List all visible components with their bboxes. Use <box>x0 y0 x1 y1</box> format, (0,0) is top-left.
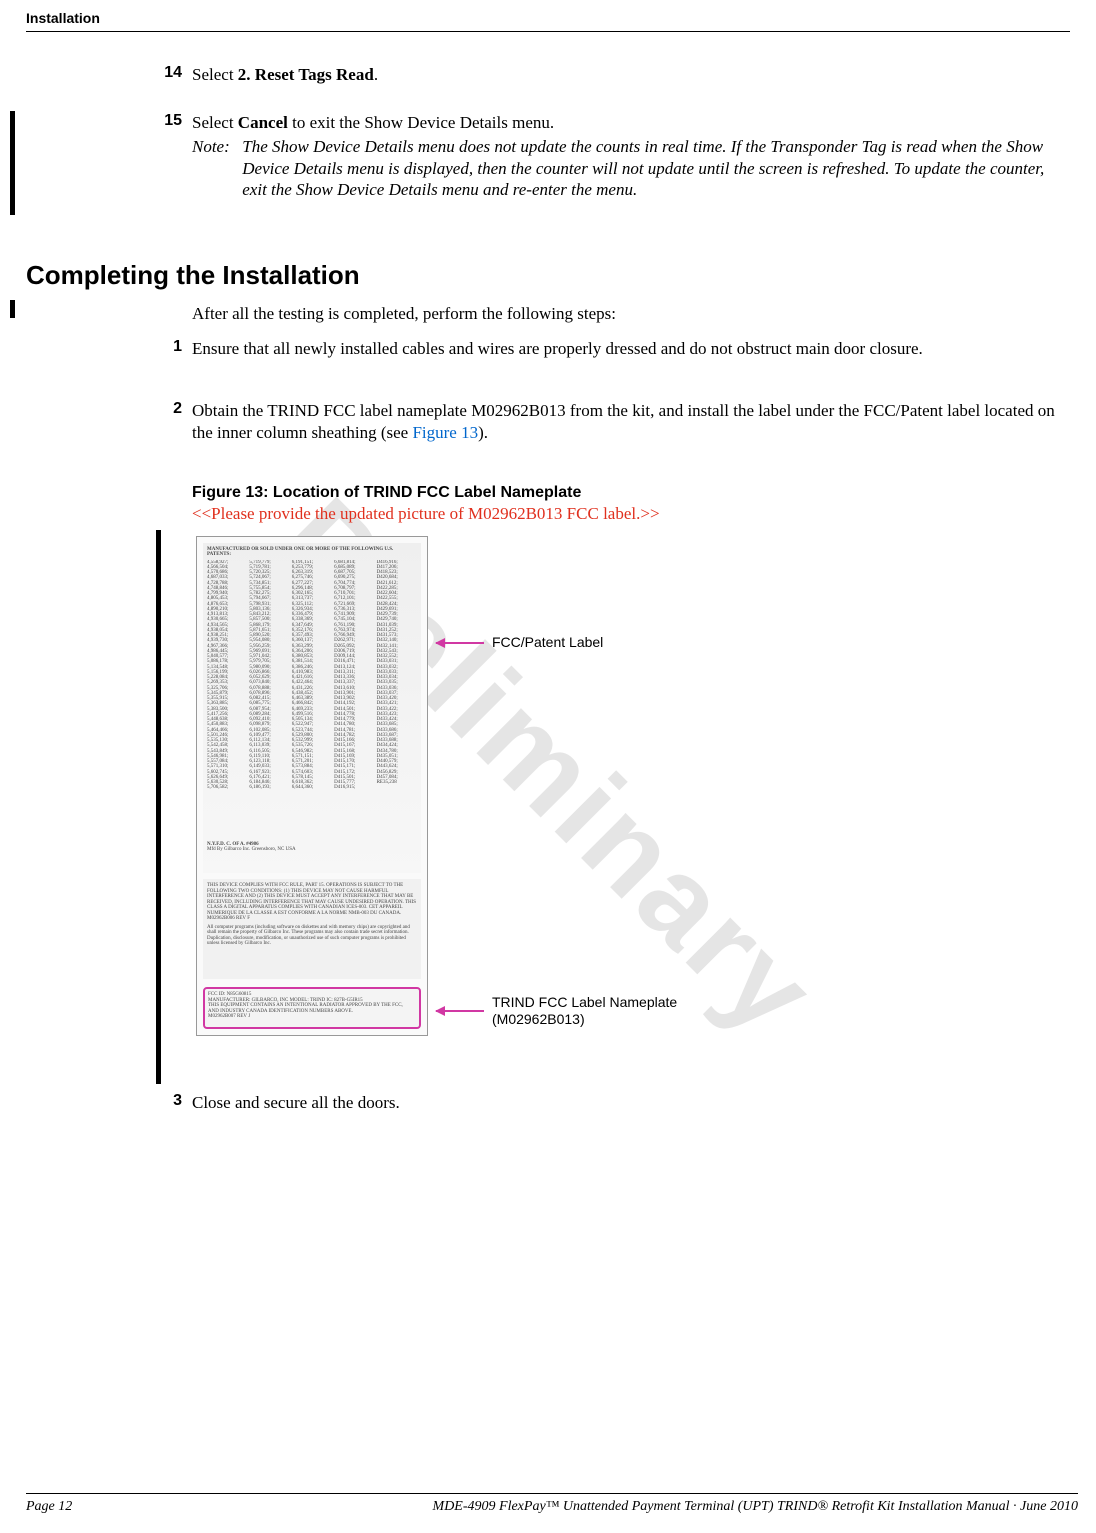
step-number: 1 <box>156 338 182 356</box>
arrow-icon <box>436 642 484 644</box>
step-15: 15 Select Cancel to exit the Show Device… <box>158 112 1072 201</box>
step-3: 3 Close and secure all the doors. <box>158 1092 1072 1114</box>
step-number: 3 <box>156 1092 182 1110</box>
mfg: Mfd By Gilbarco Inc. Greensboro, NC USA <box>207 847 417 852</box>
callout-fcc-patent: FCC/Patent Label <box>492 634 603 651</box>
compliance-text: THIS DEVICE COMPLIES WITH FCC RULE, PART… <box>207 883 417 922</box>
patent-label-area: MANUFACTURED OR SOLD UNDER ONE OR MORE O… <box>203 543 421 873</box>
step-text: Close and secure all the doors. <box>192 1092 1072 1114</box>
step-number: 15 <box>156 112 182 130</box>
step-number: 14 <box>156 64 182 82</box>
step-text-bold: 2. Reset Tags Read <box>238 65 374 84</box>
step-text: Select 2. Reset Tags Read. <box>192 65 378 84</box>
doc-title: MDE-4909 FlexPay™ Unattended Payment Ter… <box>433 1499 1078 1515</box>
label-photo: MANUFACTURED OR SOLD UNDER ONE OR MORE O… <box>196 536 428 1036</box>
callout-trind-fcc: TRIND FCC Label Nameplate (M02962B013) <box>492 994 677 1028</box>
heading-completing-installation: Completing the Installation <box>26 260 360 291</box>
callout-text-b: (M02962B013) <box>492 1011 585 1027</box>
copyright-text: All computer programs (including softwar… <box>207 925 417 947</box>
revision-bar <box>10 300 15 318</box>
figure-caption: Figure 13: Location of TRIND FCC Label N… <box>192 484 1072 502</box>
step-number: 2 <box>156 400 182 418</box>
section-title: Installation <box>26 10 100 26</box>
page-number: Page 12 <box>26 1499 72 1515</box>
page: Preliminary Installation 14 Select 2. Re… <box>0 0 1096 1533</box>
note-text: The Show Device Details menu does not up… <box>242 136 1070 201</box>
figure-13: MANUFACTURED OR SOLD UNDER ONE OR MORE O… <box>192 532 872 1042</box>
callout-text-a: TRIND FCC Label Nameplate <box>492 994 677 1010</box>
step-text: Ensure that all newly installed cables a… <box>192 338 1072 360</box>
running-header: Installation <box>26 8 1070 32</box>
step-text-pre: Select <box>192 113 238 132</box>
arrow-icon <box>436 1010 484 1012</box>
step-text-post: . <box>374 65 378 84</box>
compliance-block: THIS DEVICE COMPLIES WITH FCC RULE, PART… <box>203 879 421 979</box>
patent-header: MANUFACTURED OR SOLD UNDER ONE OR MORE O… <box>207 547 417 558</box>
step-text: Select Cancel to exit the Show Device De… <box>192 113 554 132</box>
step-text-post: to exit the Show Device Details menu. <box>288 113 554 132</box>
note: Note: The Show Device Details menu does … <box>192 136 1072 201</box>
patent-numbers: 4,558,927; 4,566,504; 4,570,686; 4,687,0… <box>207 560 417 840</box>
revision-bar <box>10 111 15 215</box>
figure-placeholder-note: <<Please provide the updated picture of … <box>192 504 1072 524</box>
intro-text: After all the testing is completed, perf… <box>192 304 1072 324</box>
trind-text: FCC ID: N85G60815 MANUFACTURER: GILBARCO… <box>208 992 416 1020</box>
note-label: Note: <box>192 136 238 158</box>
trind-fcc-label: FCC ID: N85G60815 MANUFACTURER: GILBARCO… <box>203 987 421 1029</box>
step-text-pre: Select <box>192 65 238 84</box>
step-text-b: ). <box>478 423 488 442</box>
footer: Page 12 MDE-4909 FlexPay™ Unattended Pay… <box>26 1493 1078 1515</box>
step-1: 1 Ensure that all newly installed cables… <box>158 338 1072 360</box>
step-text-a: Obtain the TRIND FCC label nameplate M02… <box>192 401 1055 442</box>
figure-link[interactable]: Figure 13 <box>412 423 478 442</box>
step-text: Obtain the TRIND FCC label nameplate M02… <box>192 400 1072 444</box>
step-2: 2 Obtain the TRIND FCC label nameplate M… <box>158 400 1072 444</box>
step-text-bold: Cancel <box>238 113 288 132</box>
step-14: 14 Select 2. Reset Tags Read. <box>158 64 1072 86</box>
